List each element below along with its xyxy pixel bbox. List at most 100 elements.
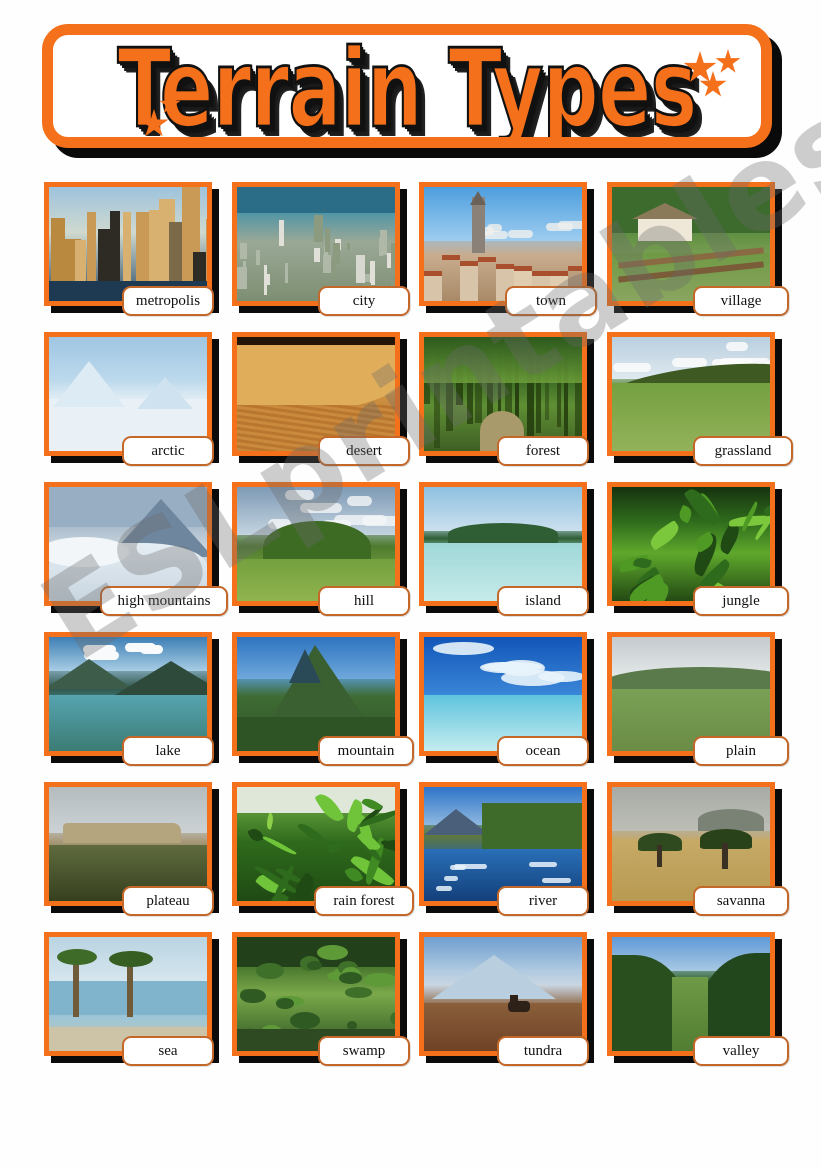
title-banner: Terrain Types [42,24,782,158]
terrain-photo-highmtn [49,487,207,601]
terrain-photo-hill [237,487,395,601]
terrain-card[interactable]: plain [607,632,789,766]
terrain-label[interactable]: high mountains [100,586,228,616]
terrain-photo-plateau [49,787,207,901]
terrain-label[interactable]: lake [122,736,214,766]
terrain-row: high mountains hill island jungle [0,478,821,628]
terrain-label[interactable]: river [497,886,589,916]
building [86,211,97,283]
canopy [424,337,582,383]
terrain-label[interactable]: valley [693,1036,789,1066]
cloud [557,221,582,229]
terrain-card[interactable]: grassland [607,332,793,466]
lily-pad [344,987,372,998]
terrain-card[interactable]: forest [419,332,594,466]
cloud [93,648,112,658]
building [264,274,270,286]
terrain-label[interactable]: hill [318,586,410,616]
building [109,210,121,283]
title-banner-frame: Terrain Types [42,24,772,148]
terrain-label[interactable]: city [318,286,410,316]
building [391,243,395,269]
terrain-photo-village [612,187,770,301]
cloud [479,661,526,673]
forest-bank [482,803,582,849]
lily-pad [317,944,348,961]
caribou-head [510,995,518,1003]
house [478,257,496,301]
terrain-label[interactable]: mountain [318,736,414,766]
terrain-label[interactable]: forest [497,436,589,466]
terrain-card[interactable]: town [419,182,597,316]
terrain-card-grid: metropolis city town village arctic desert for… [0,178,821,1084]
terrain-card[interactable]: desert [232,332,410,466]
terrain-card[interactable]: lake [44,632,219,766]
terrain-card[interactable]: hill [232,482,410,616]
terrain-card[interactable]: mountain [232,632,414,766]
terrain-label[interactable]: island [497,586,589,616]
building [356,254,366,283]
lily-pad [338,972,362,985]
building [193,251,207,283]
terrain-card[interactable]: river [419,782,594,916]
tower [472,197,485,253]
terrain-label[interactable]: plain [693,736,789,766]
peak [53,361,125,407]
terrain-card[interactable]: metropolis [44,182,219,316]
terrain-label[interactable]: swamp [318,1036,410,1066]
terrain-label[interactable]: rain forest [314,886,414,916]
roof [632,203,698,219]
terrain-card[interactable]: swamp [232,932,410,1066]
terrain-label[interactable]: desert [318,436,410,466]
terrain-label[interactable]: metropolis [122,286,214,316]
terrain-label[interactable]: savanna [693,886,789,916]
terrain-photo-arctic [49,337,207,451]
terrain-card[interactable]: island [419,482,594,616]
terrain-card[interactable]: high mountains [44,482,228,616]
terrain-photo-grassland [612,337,770,451]
terrain-card[interactable]: plateau [44,782,219,916]
building [239,243,247,260]
cloud [726,341,749,351]
island-land [448,523,558,545]
terrain-card[interactable]: ocean [419,632,594,766]
terrain-label[interactable]: jungle [693,586,789,616]
building [325,227,331,252]
mountain [115,661,207,695]
terrain-card[interactable]: jungle [607,482,789,616]
palm-fronds [57,949,97,965]
terrain-card[interactable]: tundra [419,932,594,1066]
lily-pad [239,988,266,1004]
terrain-label[interactable]: plateau [122,886,214,916]
terrain-card[interactable]: sea [44,932,219,1066]
building [379,237,384,257]
house [442,255,460,301]
terrain-card[interactable]: village [607,182,789,316]
terrain-label[interactable]: ocean [497,736,589,766]
terrain-card[interactable]: valley [607,932,789,1066]
terrain-label[interactable]: village [693,286,789,316]
terrain-label[interactable]: arctic [122,436,214,466]
snow-peak [432,955,556,999]
terrain-row: metropolis city town village [0,178,821,328]
leaf [646,520,682,551]
terrain-photo-city [237,187,395,301]
terrain-card[interactable]: savanna [607,782,789,916]
terrain-photo-sea [49,937,207,1051]
rapids [529,862,557,868]
terrain-label[interactable]: tundra [497,1036,589,1066]
terrain-card[interactable]: arctic [44,332,219,466]
mesa [63,823,181,843]
terrain-card[interactable]: city [232,182,410,316]
foliage [327,842,343,854]
terrain-photo-island [424,487,582,601]
terrain-card[interactable]: rain forest [232,782,414,916]
terrain-label[interactable]: town [505,286,597,316]
house [424,271,442,301]
cloud [507,229,533,238]
terrain-label[interactable]: sea [122,1036,214,1066]
terrain-photo-rainforest [237,787,395,901]
terrain-label[interactable]: grassland [693,436,793,466]
terrain-row: arctic desert forest grassland [0,328,821,478]
cloud [432,642,494,655]
